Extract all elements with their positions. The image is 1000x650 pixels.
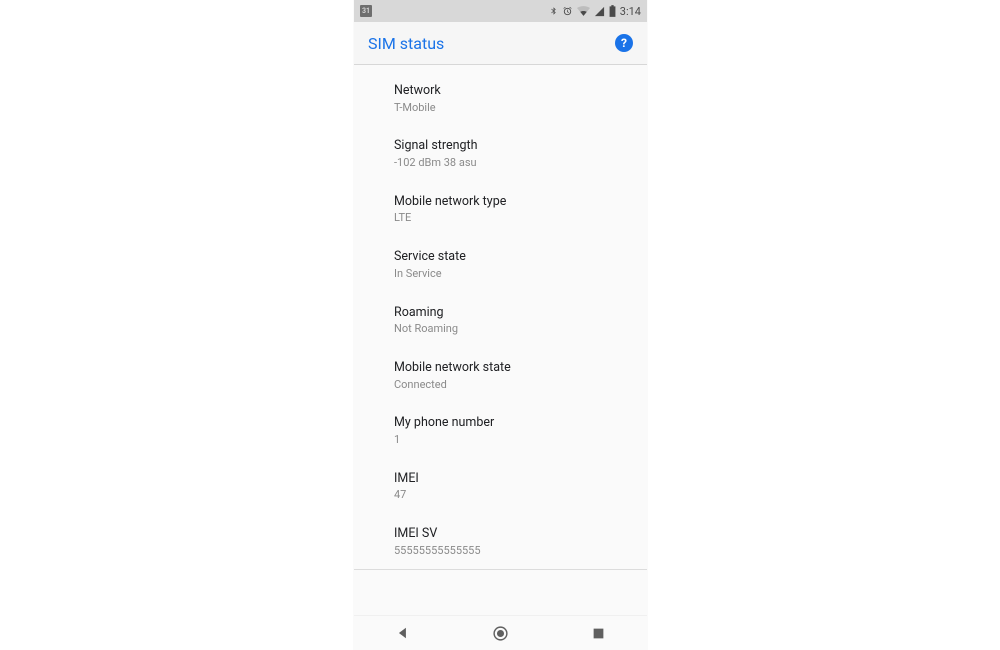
page-title: SIM status: [368, 34, 444, 53]
row-label: IMEI SV: [394, 526, 631, 542]
row-label: Signal strength: [394, 138, 631, 154]
cell-signal-icon: [594, 6, 605, 17]
row-label: Mobile network type: [394, 194, 631, 210]
row-label: Service state: [394, 249, 631, 265]
bluetooth-icon: [549, 5, 558, 17]
battery-icon: [609, 5, 616, 17]
back-button[interactable]: [385, 619, 421, 647]
row-label: Network: [394, 83, 631, 99]
row-my-phone-number[interactable]: My phone number 1: [354, 403, 647, 458]
navigation-bar: [354, 615, 647, 650]
row-value: Not Roaming: [394, 322, 631, 336]
home-icon: [492, 625, 509, 642]
help-icon[interactable]: ?: [615, 34, 633, 52]
sim-status-list[interactable]: Network T-Mobile Signal strength -102 dB…: [354, 65, 647, 615]
row-mobile-network-type[interactable]: Mobile network type LTE: [354, 182, 647, 237]
status-clock: 3:14: [620, 5, 641, 18]
phone-frame: 31 3:14 SIM status ?: [354, 0, 647, 650]
row-imei[interactable]: IMEI 47: [354, 459, 647, 514]
row-value: T-Mobile: [394, 101, 631, 115]
row-value: In Service: [394, 267, 631, 281]
row-value: 1: [394, 433, 631, 447]
row-value: 55555555555555: [394, 544, 631, 558]
status-bar-right: 3:14: [549, 5, 641, 18]
row-label: Roaming: [394, 305, 631, 321]
row-service-state[interactable]: Service state In Service: [354, 237, 647, 292]
row-imei-sv[interactable]: IMEI SV 55555555555555: [354, 514, 647, 569]
row-label: My phone number: [394, 415, 631, 431]
row-label: IMEI: [394, 471, 631, 487]
recents-icon: [592, 627, 605, 640]
divider: [354, 569, 647, 570]
row-roaming[interactable]: Roaming Not Roaming: [354, 293, 647, 348]
row-network[interactable]: Network T-Mobile: [354, 71, 647, 126]
row-value: 47: [394, 488, 631, 502]
back-icon: [396, 626, 410, 640]
row-value: Connected: [394, 378, 631, 392]
row-value: -102 dBm 38 asu: [394, 156, 631, 170]
row-value: LTE: [394, 211, 631, 225]
row-mobile-network-state[interactable]: Mobile network state Connected: [354, 348, 647, 403]
recents-button[interactable]: [580, 619, 616, 647]
home-button[interactable]: [482, 619, 518, 647]
row-signal-strength[interactable]: Signal strength -102 dBm 38 asu: [354, 126, 647, 181]
row-label: Mobile network state: [394, 360, 631, 376]
status-bar-left: 31: [360, 5, 372, 17]
alarm-icon: [562, 6, 573, 17]
wifi-icon: [577, 6, 590, 16]
calendar-icon: 31: [360, 5, 372, 17]
status-bar: 31 3:14: [354, 0, 647, 22]
app-bar: SIM status ?: [354, 22, 647, 65]
